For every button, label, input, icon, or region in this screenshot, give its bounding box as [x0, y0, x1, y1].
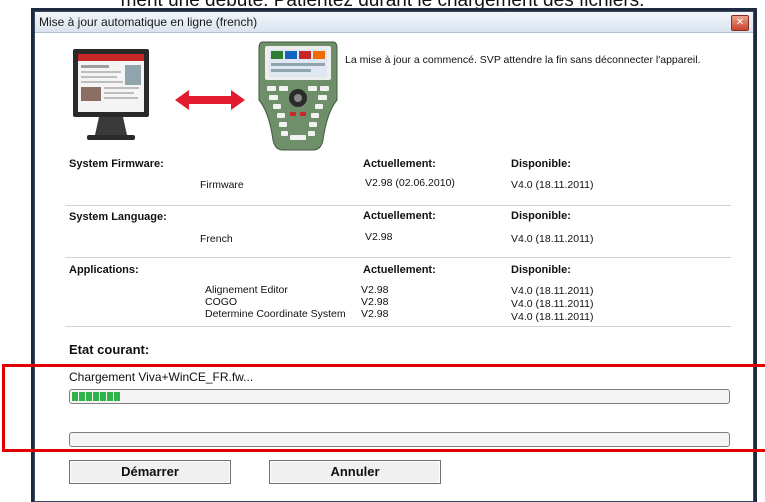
- section-label-language: System Language:: [69, 211, 167, 223]
- file-progress-fill: [72, 392, 120, 401]
- window-left-edge: [31, 147, 34, 487]
- language-available-version: V4.0 (18.11.2011): [511, 233, 594, 245]
- loading-status-text: Chargement Viva+WinCE_FR.fw...: [69, 370, 254, 384]
- section-label-firmware: System Firmware:: [69, 158, 164, 170]
- language-name: French: [200, 233, 233, 245]
- sync-arrow-icon: [175, 90, 245, 110]
- firmware-name: Firmware: [200, 179, 244, 191]
- window-right-edge: [754, 147, 757, 487]
- app-available-version: V4.0 (18.11.2011): [511, 285, 594, 297]
- close-icon: ✕: [735, 17, 745, 28]
- applications-available-header: Disponible:: [511, 264, 571, 276]
- app-available-version: V4.0 (18.11.2011): [511, 311, 594, 323]
- firmware-available-header: Disponible:: [511, 158, 571, 170]
- app-current-version: V2.98: [361, 296, 389, 308]
- app-current-version: V2.98: [361, 284, 389, 296]
- field-controller-device-icon: [258, 41, 338, 151]
- status-message: La mise à jour a commencé. SVP attendre …: [345, 54, 701, 66]
- app-current-version: V2.98: [361, 308, 389, 320]
- window-title: Mise à jour automatique en ligne (french…: [39, 15, 258, 29]
- file-progress-bar: [69, 389, 730, 404]
- section-label-applications: Applications:: [69, 264, 139, 276]
- app-name: Determine Coordinate System: [205, 308, 346, 320]
- firmware-available-version: V4.0 (18.11.2011): [511, 179, 594, 191]
- update-dialog: Mise à jour automatique en ligne (french…: [31, 11, 757, 502]
- divider: [65, 257, 731, 258]
- close-button[interactable]: ✕: [731, 15, 749, 31]
- title-bar: Mise à jour automatique en ligne (french…: [35, 12, 753, 33]
- language-available-header: Disponible:: [511, 210, 571, 222]
- app-name: Alignement Editor: [205, 284, 288, 296]
- current-state-label: Etat courant:: [69, 342, 150, 357]
- computer-monitor-icon: [73, 49, 149, 140]
- divider: [65, 205, 731, 206]
- divider: [65, 326, 731, 327]
- app-name: COGO: [205, 296, 238, 308]
- firmware-current-header: Actuellement:: [363, 158, 436, 170]
- cancel-button[interactable]: Annuler: [269, 460, 441, 484]
- language-current-header: Actuellement:: [363, 210, 436, 222]
- overall-progress-bar: [69, 432, 730, 447]
- firmware-current-version: V2.98 (02.06.2010): [365, 177, 455, 189]
- app-available-version: V4.0 (18.11.2011): [511, 298, 594, 310]
- applications-current-header: Actuellement:: [363, 264, 436, 276]
- start-button[interactable]: Démarrer: [69, 460, 231, 484]
- language-current-version: V2.98: [365, 231, 393, 243]
